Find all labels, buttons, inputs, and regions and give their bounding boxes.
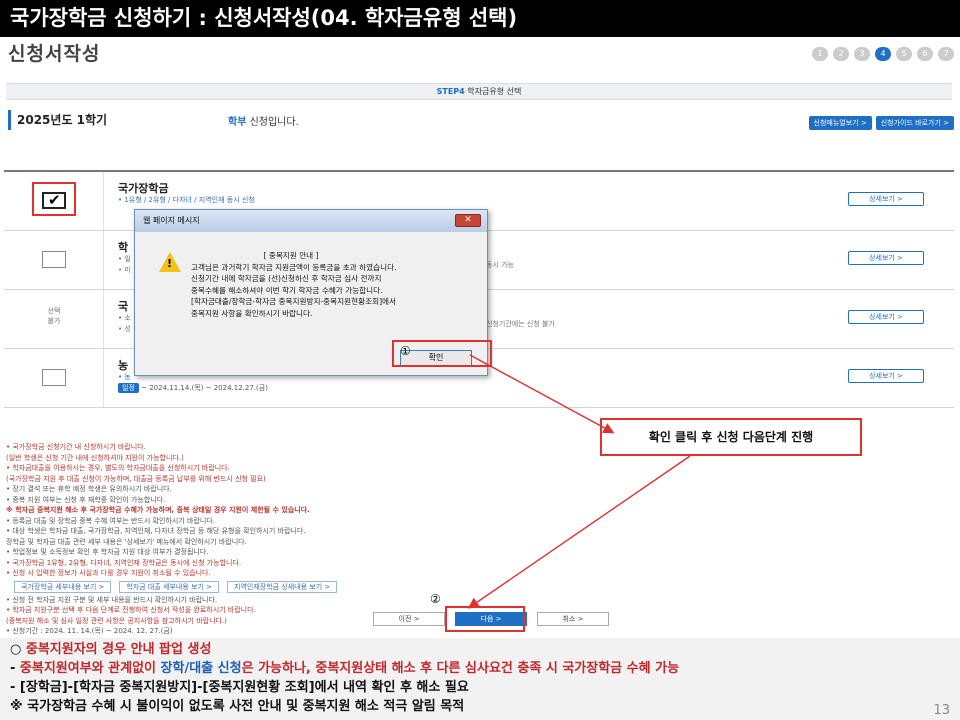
row-desc: • 1유형 / 2유형 / 다자녀 / 지역인재 동시 신청 xyxy=(118,196,255,204)
notice-line: (국가장학금 지원 후 대출 신청이 가능하며, 대출금 등록금 납부를 위해 … xyxy=(6,474,266,483)
detail-button[interactable]: 상세보기 > xyxy=(848,369,924,383)
term-note-text: 신청입니다. xyxy=(246,117,299,128)
step-label: 학자금유형 선택 xyxy=(464,87,522,96)
row-desc-2: • 미 xyxy=(118,266,131,274)
step-bar: STEP4 학자금유형 선택 xyxy=(6,83,952,100)
notice-line: • 신청 시 입력한 정보가 사실과 다를 경우 지원이 취소될 수 있습니다. xyxy=(6,569,211,577)
dialog-heading: [ 중복지원 안내 ] xyxy=(263,251,319,260)
dialog-line: 중복수혜를 해소하셔야 이번 학기 학자금 수혜가 가능합니다. xyxy=(191,285,383,295)
prev-button[interactable]: 이전 > xyxy=(373,612,445,626)
guide-links: 신청매뉴얼보기 > 신청가이드 바로가기 > xyxy=(808,116,954,130)
dialog-title: 웹 페이지 메시지 xyxy=(143,216,200,225)
cancel-button[interactable]: 취소 > xyxy=(537,612,609,626)
term-label: 2025년도 1학기 xyxy=(8,110,107,130)
regional-detail-link[interactable]: 지역인재장학금 상세내용 보기 > xyxy=(227,580,338,593)
row-name: 학 xyxy=(118,241,129,254)
detail-button[interactable]: 상세보기 > xyxy=(848,192,924,206)
slide-title: 국가장학금 신청하기 : 신청서작성(04. 학자금유형 선택) xyxy=(0,0,960,37)
guide-link-button[interactable]: 신청가이드 바로가기 > xyxy=(875,116,954,130)
row-name: 국가장학금 xyxy=(118,182,169,195)
dialog-line: 고객님은 과거학기 학자금 지원금액이 등록금을 초과 하였습니다. xyxy=(191,262,397,272)
row-checkbox[interactable] xyxy=(42,251,66,268)
step-3: 3 xyxy=(854,47,870,61)
notice-line: ※ 학자금 중복지원 해소 후 국가장학금 수혜가 가능하며, 중복 상태일 경… xyxy=(6,506,310,514)
next-button-highlight xyxy=(445,606,525,632)
slide-caption: ○ 중복지원자의 경우 안내 팝업 생성 - 중복지원여부와 관계없이 장학/대… xyxy=(0,638,960,720)
notice-line: • 학업정보 및 소득정보 확인 후 학자금 지원 대상 여부가 결정됩니다. xyxy=(6,548,209,556)
row-name: 국 xyxy=(118,300,129,313)
schedule-text: ~ 2024.11.14.(목) ~ 2024.12.27.(금) xyxy=(138,384,268,392)
dialog-line: 중복지원 사항을 확인하시기 바랍니다. xyxy=(191,308,313,318)
notice-line: 장학금 및 학자금 대출 관련 세부 내용은 '상세보기' 메뉴에서 확인하시기… xyxy=(6,537,247,546)
notice-line: • 대상 학생은 학자금 대출, 국가장학금, 지역인재, 다자녀 장학금 등 … xyxy=(6,527,306,535)
row-checkbox[interactable] xyxy=(42,369,66,386)
notice-line: • 학자금대출을 이용하시는 경우, 별도의 학자금대출을 신청하시기 바랍니다… xyxy=(6,464,230,472)
notice-line: • 등록금 대출 및 장학금 중복 수혜 여부는 반드시 확인하시기 바랍니다. xyxy=(6,516,215,525)
check-cell xyxy=(4,172,104,230)
check-cell xyxy=(4,349,104,407)
dialog-line: [학자금대출/장학금-학자금 중복지원방지-중복지원현황조회]에서 xyxy=(191,297,397,306)
close-icon[interactable]: ✕ xyxy=(455,214,481,227)
notice-list: • 국가장학금 신청기간 내 신청하시기 바랍니다. (일반 학생은 신청 기간… xyxy=(6,442,906,579)
page-heading: 신청서작성 xyxy=(8,43,101,65)
warning-icon: ! xyxy=(159,252,181,272)
term-note: 학부 신청입니다. xyxy=(228,113,299,128)
scholarship-detail-link[interactable]: 국가장학금 세부내용 보기 > xyxy=(14,580,112,593)
row-note: 신청기간에는 신청 불가 xyxy=(486,320,555,328)
notice-line: • 중복 지원 여부는 신청 후 재학중 확인이 가능합니다. xyxy=(6,495,166,504)
notice-buttons: 국가장학금 세부내용 보기 > 학자금 대출 세부내용 보기 > 지역인재장학금… xyxy=(14,580,906,593)
row-schedule: 일정 ~ 2024.11.14.(목) ~ 2024.12.27.(금) xyxy=(118,383,268,393)
manual-link-button[interactable]: 신청매뉴얼보기 > xyxy=(808,116,872,130)
caption-line-4: ※ 국가장학금 수혜 시 불이익이 없도록 사전 안내 및 중복지원 해소 적극… xyxy=(10,699,465,714)
step-number: STEP4 xyxy=(436,87,465,96)
detail-button[interactable]: 상세보기 > xyxy=(848,310,924,324)
caption-line-1: ○ 중복지원자의 경우 안내 팝업 생성 xyxy=(10,642,212,657)
row-desc: • 농 xyxy=(118,373,131,381)
marker-two: ② xyxy=(430,592,441,606)
step-1: 1 xyxy=(812,47,828,61)
callout-box: 확인 클릭 후 신청 다음단계 진행 xyxy=(600,418,862,456)
step-2: 2 xyxy=(833,47,849,61)
step-6: 6 xyxy=(917,47,933,61)
step-7: 7 xyxy=(938,47,954,61)
browser-screenshot: 신청서작성 1 2 3 4 5 6 7 STEP4 학자금유형 선택 2025년… xyxy=(0,37,960,638)
check-cell: 선택 불가 xyxy=(4,290,104,348)
dialog-message: [ 중복지원 안내 ] 고객님은 과거학기 학자금 지원금액이 등록금을 초과 … xyxy=(191,250,481,319)
step-4-active: 4 xyxy=(875,47,891,61)
term-note-highlight: 학부 xyxy=(228,117,247,128)
notice-line: • 신청 전 학자금 지원 구분 및 세부 내용을 반드시 확인하시기 바랍니다… xyxy=(6,595,218,604)
notice-line: • 국가장학금 1유형, 2유형, 다자녀, 지역인재 장학금은 동시에 신청 … xyxy=(6,558,242,567)
caption-line-2: - 중복지원여부와 관계없이 장학/대출 신청은 가능하나, 중복지원상태 해소… xyxy=(10,661,680,676)
loan-detail-link[interactable]: 학자금 대출 세부내용 보기 > xyxy=(119,580,219,593)
caption-line-3: - [장학금]-[학자금 중복지원방지]-[중복지원현황 조회]에서 내역 확인… xyxy=(10,680,469,695)
row-note: 동시 가능 xyxy=(486,261,514,269)
dialog-title-bar: 웹 페이지 메시지 ✕ xyxy=(135,210,487,232)
schedule-badge: 일정 xyxy=(118,383,139,393)
notice-line: • 장기 결석 또는 휴학 예정 학생은 유의하시기 바랍니다. xyxy=(6,485,172,493)
row-desc-2: • 성 xyxy=(118,325,131,333)
step-indicator: 1 2 3 4 5 6 7 xyxy=(812,47,954,61)
warning-glyph: ! xyxy=(167,257,173,270)
marker-one: ① xyxy=(400,344,411,358)
dialog-line: 신청기간 내에 학자금을 (선)신청하신 후 학자금 심사 전까지 xyxy=(191,274,382,283)
page-number: 13 xyxy=(933,703,950,718)
check-cell xyxy=(4,231,104,289)
row-name: 농 xyxy=(118,359,129,372)
row-desc: • 일 xyxy=(118,255,131,263)
detail-button[interactable]: 상세보기 > xyxy=(848,251,924,265)
step-5: 5 xyxy=(896,47,912,61)
checkbox-highlight xyxy=(32,182,76,216)
not-selectable-label: 선택 불가 xyxy=(47,307,61,325)
row-desc: • 소 xyxy=(118,314,131,322)
